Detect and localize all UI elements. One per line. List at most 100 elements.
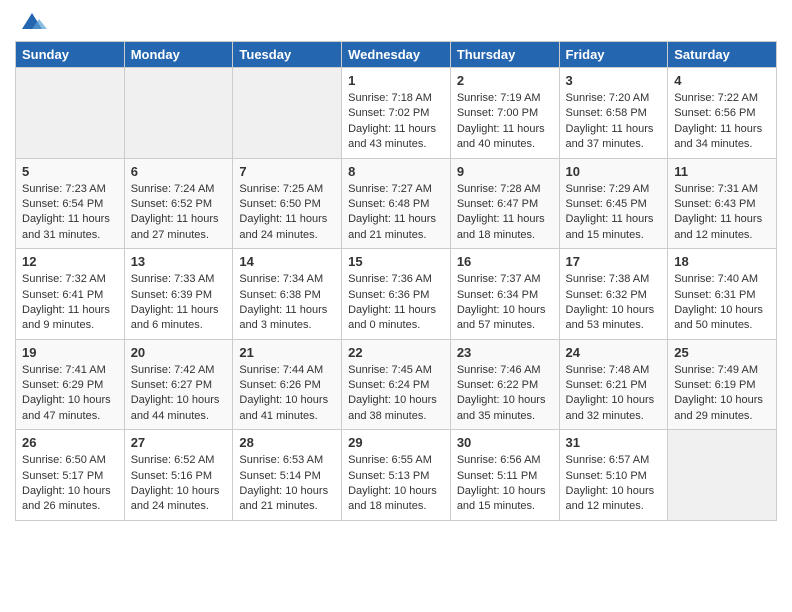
day-info-line: Sunrise: 7:38 AM: [566, 272, 662, 287]
day-info-line: Daylight: 10 hours: [239, 484, 335, 499]
day-info-line: Sunrise: 6:52 AM: [131, 453, 227, 468]
day-info: Sunrise: 7:38 AMSunset: 6:32 PMDaylight:…: [566, 272, 662, 334]
day-info-line: Daylight: 11 hours: [566, 122, 662, 137]
day-info: Sunrise: 7:33 AMSunset: 6:39 PMDaylight:…: [131, 272, 227, 334]
day-number: 10: [566, 164, 662, 179]
day-info-line: Daylight: 11 hours: [22, 303, 118, 318]
day-info-line: Daylight: 11 hours: [239, 212, 335, 227]
day-info-line: and 32 minutes.: [566, 409, 662, 424]
day-info-line: and 34 minutes.: [674, 137, 770, 152]
day-info-line: Sunrise: 7:44 AM: [239, 363, 335, 378]
day-info-line: and 9 minutes.: [22, 318, 118, 333]
header-day-tuesday: Tuesday: [233, 42, 342, 68]
day-info-line: Sunrise: 7:33 AM: [131, 272, 227, 287]
day-info-line: Daylight: 11 hours: [674, 212, 770, 227]
calendar-cell: 31Sunrise: 6:57 AMSunset: 5:10 PMDayligh…: [559, 430, 668, 521]
day-info-line: Sunset: 5:16 PM: [131, 469, 227, 484]
calendar-cell: 4Sunrise: 7:22 AMSunset: 6:56 PMDaylight…: [668, 68, 777, 159]
calendar-cell: 16 Sunrise: 7:37 AMSunset: 6:34 PMDayligh…: [450, 249, 559, 340]
day-info: Sunrise: 7:44 AMSunset: 6:26 PMDaylight:…: [239, 363, 335, 425]
calendar-cell: 15 Sunrise: 7:36 AMSunset: 6:36 PMDayligh…: [342, 249, 451, 340]
calendar-cell: 12 Sunrise: 7:32 AMSunset: 6:41 PMDayligh…: [16, 249, 125, 340]
day-number: 1: [348, 73, 444, 88]
day-info-line: and 12 minutes.: [566, 499, 662, 514]
day-info-line: Sunrise: 7:18 AM: [348, 91, 444, 106]
day-info: Sunrise: 6:57 AMSunset: 5:10 PMDaylight:…: [566, 453, 662, 515]
day-number: 29: [348, 435, 444, 450]
calendar-cell: 17Sunrise: 7:38 AMSunset: 6:32 PMDayligh…: [559, 249, 668, 340]
day-info-line: and 53 minutes.: [566, 318, 662, 333]
day-info-line: Daylight: 11 hours: [457, 212, 553, 227]
day-number: 5: [22, 164, 118, 179]
day-info-line: Daylight: 10 hours: [457, 393, 553, 408]
day-info-line: Daylight: 11 hours: [348, 122, 444, 137]
day-info-line: Sunset: 6:22 PM: [457, 378, 553, 393]
day-info-line: Sunrise: 7:41 AM: [22, 363, 118, 378]
day-info-line: Sunrise: 7:31 AM: [674, 182, 770, 197]
day-info: Sunrise: 7:36 AMSunset: 6:36 PMDaylight:…: [348, 272, 444, 334]
day-info-line: Sunset: 6:47 PM: [457, 197, 553, 212]
calendar-cell: 24Sunrise: 7:48 AMSunset: 6:21 PMDayligh…: [559, 339, 668, 430]
calendar-cell: [668, 430, 777, 521]
week-row-2: 5Sunrise: 7:23 AMSunset: 6:54 PMDaylight…: [16, 158, 777, 249]
calendar-cell: 10Sunrise: 7:29 AMSunset: 6:45 PMDayligh…: [559, 158, 668, 249]
day-number: 3: [566, 73, 662, 88]
day-info-line: Daylight: 10 hours: [566, 393, 662, 408]
header-day-sunday: Sunday: [16, 42, 125, 68]
day-info: Sunrise: 7:49 AMSunset: 6:19 PMDaylight:…: [674, 363, 770, 425]
calendar-cell: 1 Sunrise: 7:18 AMSunset: 7:02 PMDaylight…: [342, 68, 451, 159]
day-info-line: and 26 minutes.: [22, 499, 118, 514]
day-number: 15: [348, 254, 444, 269]
calendar-cell: 26Sunrise: 6:50 AMSunset: 5:17 PMDayligh…: [16, 430, 125, 521]
day-info-line: and 43 minutes.: [348, 137, 444, 152]
day-info: Sunrise: 7:31 AMSunset: 6:43 PMDaylight:…: [674, 182, 770, 244]
day-info: Sunrise: 7:19 AMSunset: 7:00 PMDaylight:…: [457, 91, 553, 153]
calendar-cell: [233, 68, 342, 159]
day-info-line: Sunrise: 7:19 AM: [457, 91, 553, 106]
day-info-line: Daylight: 10 hours: [566, 303, 662, 318]
day-info-line: Sunset: 6:21 PM: [566, 378, 662, 393]
day-number: 22: [348, 345, 444, 360]
day-info-line: Sunset: 6:36 PM: [348, 288, 444, 303]
day-info: Sunrise: 7:27 AMSunset: 6:48 PMDaylight:…: [348, 182, 444, 244]
day-number: 25: [674, 345, 770, 360]
day-info-line: Daylight: 10 hours: [674, 303, 770, 318]
day-info-line: Sunrise: 7:36 AM: [348, 272, 444, 287]
calendar-cell: 28Sunrise: 6:53 AMSunset: 5:14 PMDayligh…: [233, 430, 342, 521]
week-row-1: 1Sunrise: 7:18 AMSunset: 7:02 PMDaylight…: [16, 68, 777, 159]
day-info: Sunrise: 6:55 AMSunset: 5:13 PMDaylight:…: [348, 453, 444, 515]
day-info-line: Daylight: 10 hours: [239, 393, 335, 408]
day-info: Sunrise: 7:32 AMSunset: 6:41 PMDaylight:…: [22, 272, 118, 334]
day-number: 21: [239, 345, 335, 360]
day-info: Sunrise: 7:25 AMSunset: 6:50 PMDaylight:…: [239, 182, 335, 244]
day-info-line: and 31 minutes.: [22, 228, 118, 243]
day-info-line: Sunrise: 7:42 AM: [131, 363, 227, 378]
day-info-line: and 37 minutes.: [566, 137, 662, 152]
day-number: 16: [457, 254, 553, 269]
day-info: Sunrise: 7:48 AMSunset: 6:21 PMDaylight:…: [566, 363, 662, 425]
day-info-line: and 21 minutes.: [239, 499, 335, 514]
day-number: 11: [674, 164, 770, 179]
calendar-cell: 23Sunrise: 7:46 AMSunset: 6:22 PMDayligh…: [450, 339, 559, 430]
day-info-line: Sunset: 6:32 PM: [566, 288, 662, 303]
calendar-cell: 3Sunrise: 7:20 AMSunset: 6:58 PMDaylight…: [559, 68, 668, 159]
header-day-saturday: Saturday: [668, 42, 777, 68]
day-info-line: Sunset: 7:02 PM: [348, 106, 444, 121]
logo: [15, 10, 47, 31]
day-info: Sunrise: 6:50 AMSunset: 5:17 PMDaylight:…: [22, 453, 118, 515]
calendar-cell: 7Sunrise: 7:25 AMSunset: 6:50 PMDaylight…: [233, 158, 342, 249]
day-info-line: Sunset: 5:14 PM: [239, 469, 335, 484]
day-number: 4: [674, 73, 770, 88]
day-info-line: Sunset: 5:17 PM: [22, 469, 118, 484]
day-info-line: Daylight: 10 hours: [22, 484, 118, 499]
day-number: 9: [457, 164, 553, 179]
day-number: 12: [22, 254, 118, 269]
calendar-header: SundayMondayTuesdayWednesdayThursdayFrid…: [16, 42, 777, 68]
day-info: Sunrise: 6:52 AMSunset: 5:16 PMDaylight:…: [131, 453, 227, 515]
week-row-3: 12 Sunrise: 7:32 AMSunset: 6:41 PMDayligh…: [16, 249, 777, 340]
day-info: Sunrise: 7:46 AMSunset: 6:22 PMDaylight:…: [457, 363, 553, 425]
day-info-line: Daylight: 10 hours: [22, 393, 118, 408]
day-info: Sunrise: 7:37 AMSunset: 6:34 PMDaylight:…: [457, 272, 553, 334]
day-info-line: Sunrise: 6:57 AM: [566, 453, 662, 468]
day-info-line: Sunset: 6:31 PM: [674, 288, 770, 303]
